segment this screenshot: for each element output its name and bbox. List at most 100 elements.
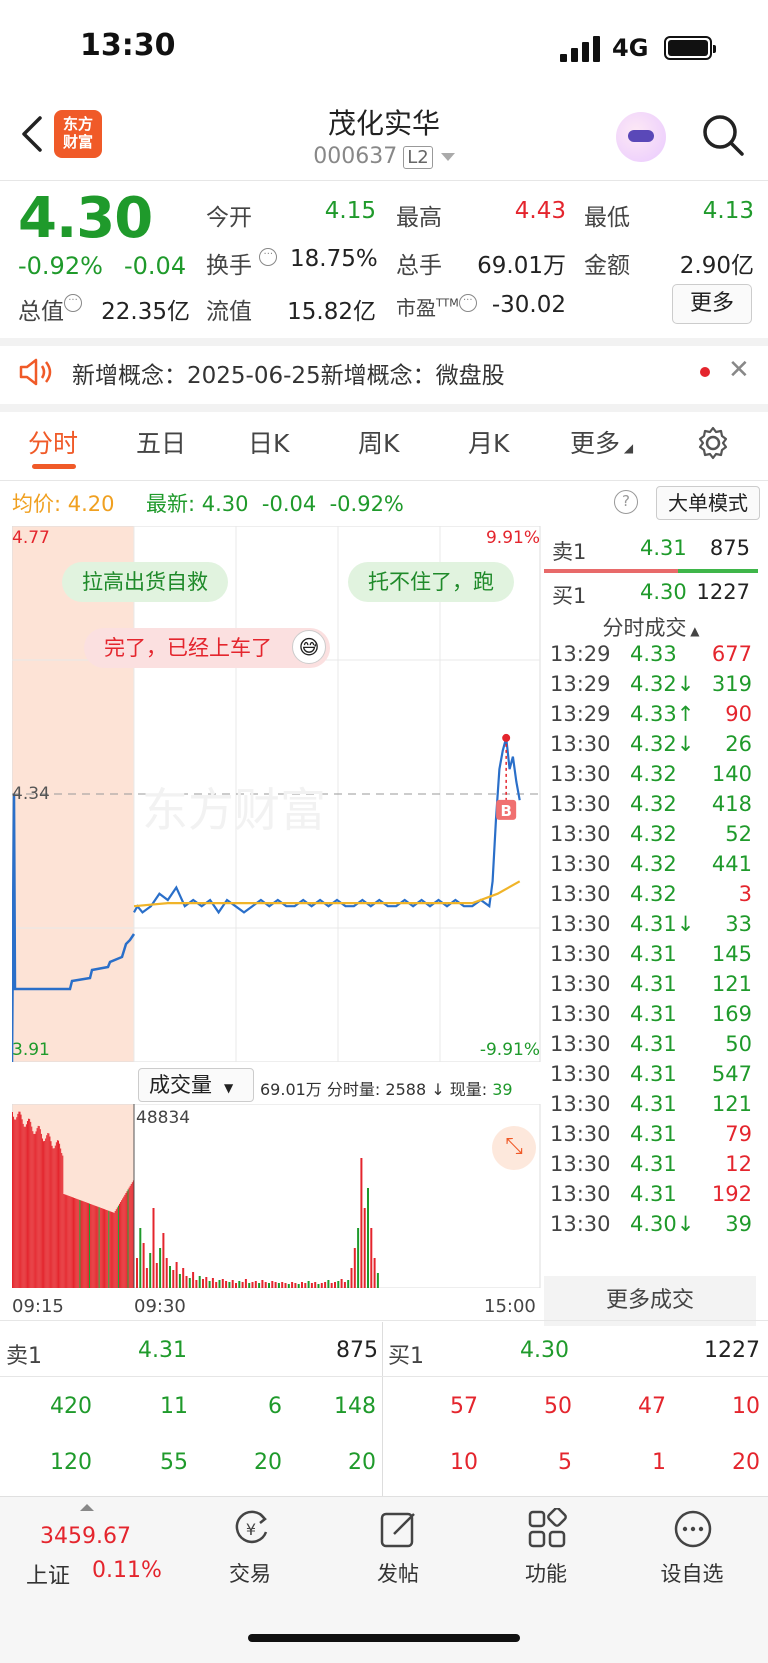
low-value: 4.13 [702, 198, 754, 224]
gear-icon[interactable] [696, 426, 730, 460]
turnover-label: 换手 ··· [206, 246, 278, 280]
trade-price: 4.32 [630, 822, 677, 846]
index-value[interactable]: 3459.67 [40, 1524, 131, 1549]
volume-chart [12, 1104, 541, 1288]
ob-buy-detail: 20 [732, 1450, 760, 1475]
float-value: 15.82亿 [287, 299, 376, 325]
volume-label: 总手 [396, 253, 442, 279]
tab-underline [32, 464, 76, 469]
tab-monthly-k[interactable]: 月K [468, 424, 509, 460]
trade-time: 13:30 [550, 1092, 611, 1116]
trade-price: 4.31 [630, 1182, 677, 1206]
trade-row: 13:30 4.31↓ 33 [544, 910, 758, 940]
pct-axis-top: 9.91% [485, 528, 540, 548]
comment-bubble[interactable]: 托不住了，跑 [348, 562, 514, 602]
expand-icon[interactable]: ⤡ [492, 1126, 536, 1170]
ob-buy-detail: 1 [652, 1450, 666, 1475]
big-order-mode-button[interactable]: 大单模式 [656, 486, 760, 520]
ob-sell-vol: 875 [336, 1338, 378, 1363]
trade-price: 4.33 [630, 642, 677, 666]
tab-weekly-k[interactable]: 周K [358, 424, 399, 460]
tab-intraday[interactable]: 分时 [28, 424, 78, 460]
index-pct[interactable]: 0.11% [92, 1558, 162, 1583]
trade-time: 13:30 [550, 972, 611, 996]
trade-row: 13:30 4.32 52 [544, 820, 758, 850]
time-end: 15:00 [484, 1296, 536, 1317]
trade-row: 13:29 4.33 677 [544, 640, 758, 670]
trade-icon[interactable]: ¥ [230, 1508, 272, 1550]
expand-up-icon[interactable] [80, 1504, 94, 1511]
nav-functions[interactable]: 功能 [496, 1558, 596, 1588]
trade-time: 13:30 [550, 822, 611, 846]
trade-volume: 79 [725, 1122, 752, 1146]
avg-price-line [133, 880, 521, 908]
functions-icon[interactable] [526, 1508, 568, 1550]
trade-row: 13:30 4.31 50 [544, 1030, 758, 1060]
trade-volume: 50 [725, 1032, 752, 1056]
trade-time: 13:30 [550, 1182, 611, 1206]
trade-time: 13:29 [550, 642, 611, 666]
trade-time: 13:30 [550, 1122, 611, 1146]
tab-daily-k[interactable]: 日K [248, 424, 289, 460]
trade-volume: 121 [711, 972, 752, 996]
search-icon[interactable] [700, 112, 746, 158]
trade-volume: 192 [711, 1182, 752, 1206]
info-icon: ··· [458, 294, 477, 312]
trades-title[interactable]: 分时成交 ▲ [544, 612, 758, 642]
add-watchlist-icon[interactable] [672, 1508, 714, 1550]
close-icon[interactable]: ✕ [728, 355, 750, 385]
trade-time: 13:30 [550, 1062, 611, 1086]
trade-row: 13:30 4.30↓ 39 [544, 1210, 758, 1240]
amount-value: 2.90亿 [679, 253, 754, 279]
info-icon: ··· [259, 248, 278, 266]
ob-buy-detail: 57 [450, 1394, 478, 1419]
volume-selector[interactable]: 成交量 ▼ [138, 1068, 254, 1102]
more-trades-button[interactable]: 更多成交 [544, 1276, 756, 1326]
change-pct: -0.92% [18, 252, 103, 280]
ob-sell-detail: 420 [50, 1394, 92, 1419]
intraday-chart[interactable]: 东方财富 B [12, 526, 542, 1062]
trade-time: 13:30 [550, 1152, 611, 1176]
float-label: 流值 [206, 299, 252, 325]
trade-row: 13:30 4.32 441 [544, 850, 758, 880]
trade-row: 13:30 4.31 192 [544, 1180, 758, 1210]
ob-sell-detail: 120 [50, 1450, 92, 1475]
trade-time: 13:29 [550, 702, 611, 726]
trade-time: 13:30 [550, 1002, 611, 1026]
ob-sell-detail: 55 [160, 1450, 188, 1475]
notice-text[interactable]: 新增概念：2025-06-25新增概念：微盘股 [72, 356, 505, 390]
network-label: 4G [612, 34, 649, 62]
comment-bubble[interactable]: 拉高出货自救 [62, 562, 228, 602]
nav-add-watchlist[interactable]: 设自选 [642, 1558, 742, 1588]
nav-trade[interactable]: 交易 [200, 1558, 300, 1588]
current-price: 4.30 [18, 186, 153, 251]
post-icon[interactable] [378, 1508, 420, 1550]
trade-row: 13:30 4.32 140 [544, 760, 758, 790]
trade-row: 13:30 4.32 418 [544, 790, 758, 820]
time-start: 09:15 [12, 1296, 64, 1317]
trade-price: 4.31 [630, 1032, 677, 1056]
more-button[interactable]: 更多 [672, 284, 752, 324]
trades-list[interactable]: 13:29 4.33 677 13:29 4.32↓ 319 13:29 4.33↑ 90 13:… [544, 640, 758, 1276]
trade-volume: 145 [711, 942, 752, 966]
trade-volume: 441 [711, 852, 752, 876]
buy-marker-icon: B [496, 799, 517, 820]
tab-five-day[interactable]: 五日 [136, 424, 186, 460]
order-divider [382, 1322, 383, 1498]
trade-volume: 140 [711, 762, 752, 786]
trade-price: 4.31 [630, 1092, 677, 1116]
mktcap-label: 总值 ··· [18, 292, 82, 326]
trade-price: 4.31 [630, 942, 677, 966]
index-name[interactable]: 上证 [26, 1558, 70, 1590]
avg-price: 均价: 4.20 [12, 492, 115, 516]
assistant-robot-icon[interactable] [616, 112, 666, 162]
high-value: 4.43 [514, 198, 566, 224]
nav-post[interactable]: 发帖 [348, 1558, 448, 1588]
ob-buy-price: 4.30 [520, 1338, 569, 1363]
trade-price: 4.32 [630, 762, 677, 786]
trade-volume: 319 [711, 672, 752, 696]
help-icon[interactable]: ? [614, 490, 638, 514]
info-icon: ··· [64, 294, 82, 312]
tab-more[interactable]: 更多 ◢ [570, 424, 633, 460]
home-indicator [248, 1634, 520, 1642]
